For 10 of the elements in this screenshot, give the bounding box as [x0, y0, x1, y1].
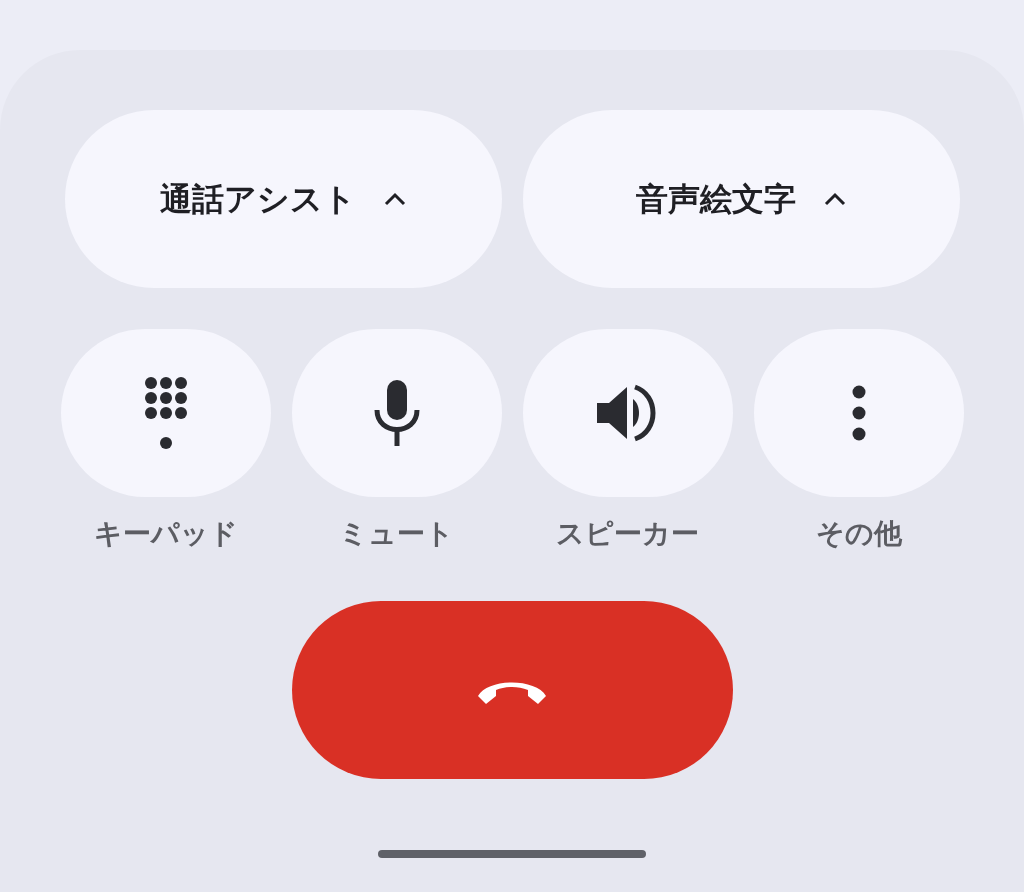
control-label: スピーカー — [556, 517, 699, 551]
chevron-up-icon — [384, 192, 406, 206]
assist-button[interactable]: 音声絵文字 — [522, 110, 960, 288]
control-label: その他 — [815, 517, 902, 551]
more-icon — [851, 385, 866, 441]
microphone-icon — [372, 380, 421, 446]
assist-button[interactable]: 通話アシスト — [64, 110, 502, 288]
chevron-up-icon — [824, 192, 846, 206]
control-label: キーパッド — [93, 517, 238, 551]
control-label: ミュート — [339, 517, 454, 551]
